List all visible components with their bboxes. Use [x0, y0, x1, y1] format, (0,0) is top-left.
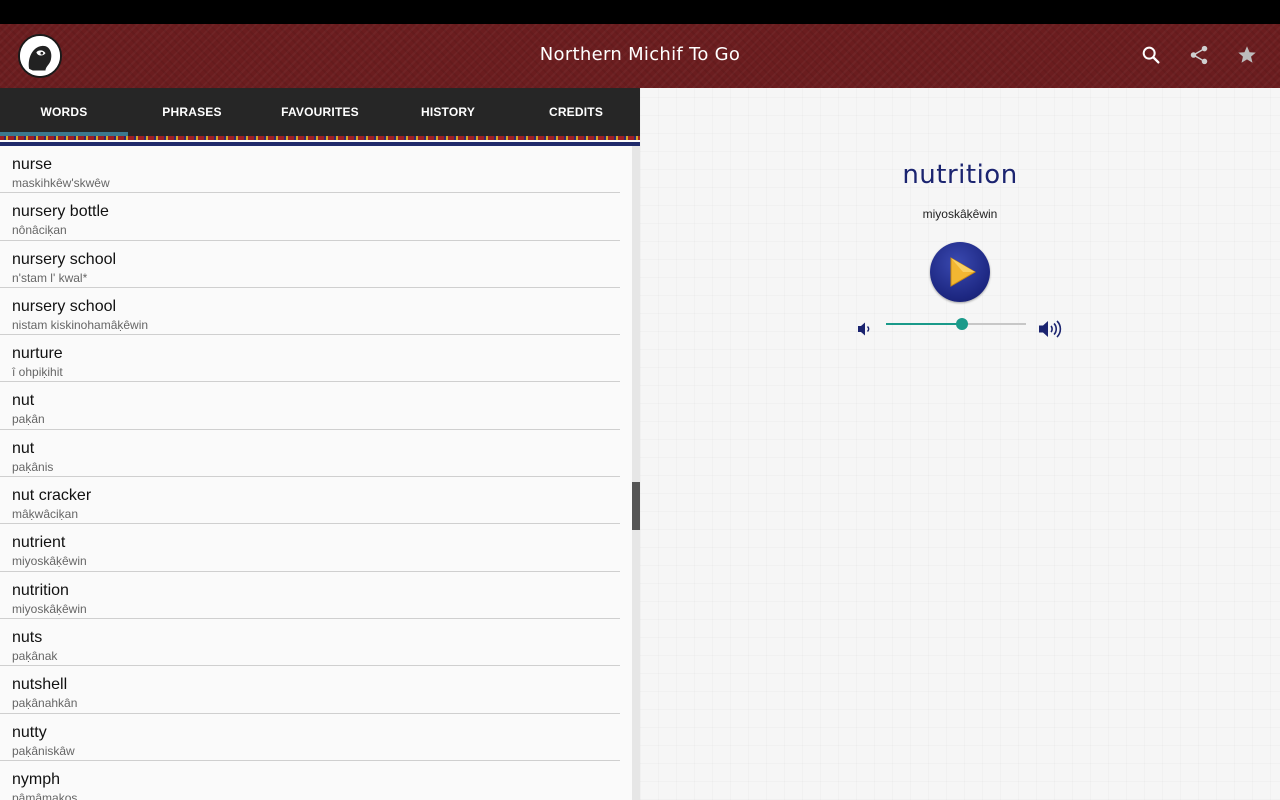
- list-item-word: nursery school: [12, 297, 117, 315]
- list-item[interactable]: nutrient miyoskâḳêwin: [0, 524, 620, 572]
- list-item-word: nutshell: [12, 676, 68, 694]
- word-list-panel: WORDS PHRASES FAVOURITES HISTORY CREDITS…: [0, 88, 640, 800]
- play-audio-button[interactable]: [930, 242, 990, 302]
- list-item[interactable]: nymph pâmâmakos: [0, 761, 620, 800]
- volume-low-icon[interactable]: [855, 319, 875, 339]
- tab-words[interactable]: WORDS: [0, 88, 128, 136]
- list-item-translation: paḳâniskâw: [12, 743, 75, 758]
- list-item[interactable]: nutty paḳâniskâw: [0, 714, 620, 761]
- list-item[interactable]: nutshell paḳânahkân: [0, 666, 620, 714]
- tab-favourites[interactable]: FAVOURITES: [256, 88, 384, 136]
- list-item-translation: î ohpiḳihit: [12, 365, 63, 380]
- list-item-word: nursery bottle: [12, 203, 109, 221]
- list-item-selected[interactable]: nutrition miyoskâḳêwin: [0, 572, 620, 619]
- list-item[interactable]: nursery school n'stam l' kwal*: [0, 241, 620, 288]
- list-item-word: nut cracker: [12, 487, 92, 505]
- search-icon: [1142, 46, 1160, 64]
- list-item-translation: nônâciḳan: [12, 223, 67, 238]
- list-item-word: nurture: [12, 345, 63, 363]
- list-item[interactable]: nursery bottle nônâciḳan: [0, 193, 620, 241]
- list-item[interactable]: nurse maskihkêw'skwêw: [0, 146, 620, 194]
- list-item-word: nut: [12, 439, 35, 457]
- scrollbar-thumb[interactable]: [632, 482, 640, 530]
- share-button[interactable]: [1184, 38, 1214, 72]
- scrollbar-track[interactable]: [632, 146, 640, 800]
- list-item-word: nursery school: [12, 250, 117, 268]
- list-item-translation: paḳân: [12, 412, 45, 427]
- list-item-translation: nistam kiskinohamâḳêwin: [12, 317, 149, 332]
- list-item[interactable]: nut paḳân: [0, 382, 620, 430]
- list-item-word: nymph: [12, 770, 61, 788]
- volume-slider-fill: [886, 323, 962, 325]
- list-item-translation: miyoskâḳêwin: [12, 554, 87, 569]
- list-item-translation: maskihkêw'skwêw: [12, 176, 110, 190]
- tab-bar: WORDS PHRASES FAVOURITES HISTORY CREDITS: [0, 88, 640, 136]
- tab-credits[interactable]: CREDITS: [512, 88, 640, 136]
- list-item-translation: mâḳwâciḳan: [12, 507, 79, 522]
- volume-high-icon[interactable]: [1037, 317, 1065, 341]
- list-item-translation: pâmâmakos: [12, 790, 78, 800]
- volume-slider[interactable]: [886, 316, 1026, 332]
- favourite-button[interactable]: [1232, 38, 1262, 72]
- list-item[interactable]: nuts paḳânak: [0, 619, 620, 667]
- word-detail-panel: nutrition miyoskâḳêwin: [640, 88, 1280, 800]
- tab-phrases[interactable]: PHRASES: [128, 88, 256, 136]
- app-bar: Northern Michif To Go: [0, 24, 1280, 88]
- list-item-word: nutty: [12, 723, 47, 741]
- detail-word: nutrition: [902, 160, 1018, 190]
- search-button[interactable]: [1136, 38, 1166, 72]
- tab-history[interactable]: HISTORY: [384, 88, 512, 136]
- list-item-translation: paḳânahkân: [12, 696, 78, 711]
- star-icon: [1238, 46, 1256, 63]
- list-item[interactable]: nurture î ohpiḳihit: [0, 335, 620, 383]
- list-item-translation: paḳânis: [12, 459, 54, 474]
- list-item[interactable]: nut cracker mâḳwâciḳan: [0, 477, 620, 525]
- list-item-translation: miyoskâḳêwin: [12, 601, 87, 616]
- list-item[interactable]: nut paḳânis: [0, 430, 620, 478]
- status-bar: [0, 0, 1280, 24]
- app-title: Northern Michif To Go: [539, 44, 741, 65]
- volume-slider-thumb[interactable]: [956, 318, 968, 330]
- list-item-word: nutrient: [12, 534, 66, 552]
- share-icon: [1190, 45, 1208, 65]
- word-list[interactable]: nurse maskihkêw'skwêw nursery bottle nônâc…: [0, 146, 632, 800]
- list-item-translation: paḳânak: [12, 648, 58, 663]
- play-icon: [950, 257, 976, 287]
- list-item-word: nutrition: [12, 581, 69, 599]
- list-item[interactable]: nursery school nistam kiskinohamâḳêwin: [0, 288, 620, 336]
- detail-translation: miyoskâḳêwin: [922, 207, 998, 221]
- list-item-word: nut: [12, 392, 35, 410]
- list-item-translation: n'stam l' kwal*: [12, 270, 88, 285]
- list-item-word: nurse: [12, 156, 53, 173]
- list-item-word: nuts: [12, 628, 43, 646]
